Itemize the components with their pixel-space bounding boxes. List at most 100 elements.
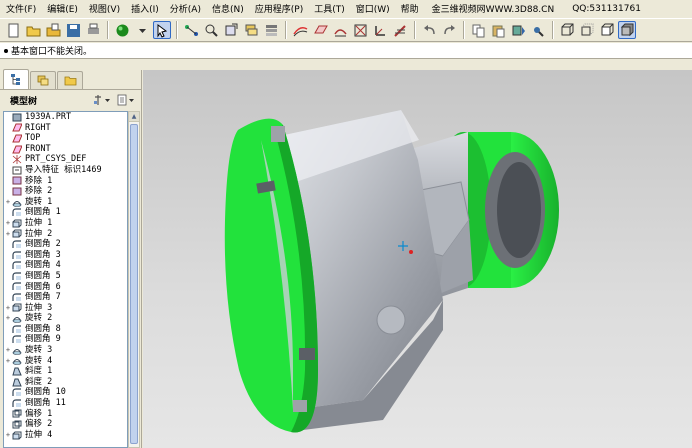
expand-icon[interactable]: + bbox=[4, 218, 12, 229]
expand-icon[interactable]: + bbox=[4, 229, 12, 240]
sketch-button[interactable] bbox=[391, 21, 409, 39]
tree-item[interactable]: 斜度 2 bbox=[4, 377, 127, 388]
layers-button[interactable] bbox=[242, 21, 260, 39]
wireframe-button[interactable] bbox=[558, 21, 576, 39]
qq-text: QQ:531131761 bbox=[572, 3, 641, 14]
tree-item[interactable]: 倒圆角 11 bbox=[4, 398, 127, 409]
open-folder-button[interactable] bbox=[24, 21, 42, 39]
datum-plane-button[interactable] bbox=[311, 21, 329, 39]
message-area: 基本窗口不能关闭。 bbox=[0, 43, 692, 59]
menu-item-6[interactable]: 应用程序(P) bbox=[251, 2, 310, 15]
redo-button[interactable] bbox=[440, 21, 458, 39]
tree-item[interactable]: 倒圆角 3 bbox=[4, 250, 127, 261]
tree-item[interactable]: 倒圆角 2 bbox=[4, 239, 127, 250]
open-file-button[interactable] bbox=[44, 21, 62, 39]
tree-item[interactable]: 倒圆角 5 bbox=[4, 271, 127, 282]
shading-button[interactable] bbox=[618, 21, 636, 39]
folder-tab[interactable] bbox=[57, 71, 83, 89]
tree-item-label: 拉伸 3 bbox=[25, 302, 53, 313]
menu-item-1[interactable]: 编辑(E) bbox=[43, 2, 85, 15]
menu-item-5[interactable]: 信息(N) bbox=[208, 2, 251, 15]
no-hidden-button[interactable] bbox=[598, 21, 616, 39]
tree-item[interactable]: TOP bbox=[4, 133, 127, 144]
hidden-line-button[interactable] bbox=[578, 21, 596, 39]
datum-axis-icon bbox=[333, 28, 347, 36]
dropdown-arrow-button[interactable] bbox=[133, 21, 151, 39]
tree-item[interactable]: 移除 1 bbox=[4, 176, 127, 187]
tree-item[interactable]: FRONT bbox=[4, 144, 127, 155]
expand-icon[interactable]: + bbox=[4, 197, 12, 208]
layers-tab[interactable] bbox=[30, 71, 56, 89]
datum-point-button[interactable] bbox=[351, 21, 369, 39]
copy-button[interactable] bbox=[469, 21, 487, 39]
menu-item-7[interactable]: 工具(T) bbox=[310, 2, 352, 15]
tree-item[interactable]: 倒圆角 4 bbox=[4, 260, 127, 271]
plane-icon bbox=[12, 123, 22, 132]
paste-button[interactable] bbox=[489, 21, 507, 39]
print-button[interactable] bbox=[84, 21, 102, 39]
tree-item[interactable]: + 拉伸 4 bbox=[4, 430, 127, 441]
draft-icon bbox=[12, 378, 22, 387]
regenerate-button[interactable] bbox=[509, 21, 527, 39]
tree-item[interactable]: 倒圆角 7 bbox=[4, 292, 127, 303]
draft-icon bbox=[12, 367, 22, 376]
menu-item-8[interactable]: 窗口(W) bbox=[352, 2, 397, 15]
expand-icon[interactable]: + bbox=[4, 303, 12, 314]
saved-views-button[interactable] bbox=[262, 21, 280, 39]
graphics-viewport[interactable] bbox=[143, 70, 692, 448]
expand-icon[interactable]: + bbox=[4, 313, 12, 324]
datum-axis-button[interactable] bbox=[331, 21, 349, 39]
tree-item[interactable]: + 旋转 1 bbox=[4, 197, 127, 208]
tree-item[interactable]: 倒圆角 6 bbox=[4, 282, 127, 293]
undo-button[interactable] bbox=[420, 21, 438, 39]
tree-item-label: 倒圆角 7 bbox=[25, 292, 61, 303]
tree-item[interactable]: 导入特征 标识1469 bbox=[4, 165, 127, 176]
tree-item[interactable]: + 旋转 2 bbox=[4, 313, 127, 324]
save-button[interactable] bbox=[64, 21, 82, 39]
tree-item[interactable]: + 拉伸 3 bbox=[4, 303, 127, 314]
tree-item[interactable]: 倒圆角 1 bbox=[4, 207, 127, 218]
expand-icon[interactable]: + bbox=[4, 356, 12, 367]
main-toolbar bbox=[0, 18, 692, 42]
select-button[interactable] bbox=[153, 21, 171, 39]
tree-item[interactable]: + 旋转 3 bbox=[4, 345, 127, 356]
settings-dropdown-icon[interactable] bbox=[93, 94, 111, 106]
tree-scrollbar[interactable]: ▲ bbox=[128, 111, 140, 448]
reorient-button[interactable] bbox=[222, 21, 240, 39]
scroll-thumb[interactable] bbox=[130, 124, 138, 444]
tree-item[interactable]: 偏移 1 bbox=[4, 409, 127, 420]
surface-button[interactable] bbox=[291, 21, 309, 39]
new-file-button[interactable] bbox=[4, 21, 22, 39]
tree-item[interactable]: 斜度 1 bbox=[4, 366, 127, 377]
menu-item-9[interactable]: 帮助 bbox=[397, 2, 426, 15]
relations-button[interactable] bbox=[182, 21, 200, 39]
expand-icon[interactable]: + bbox=[4, 430, 12, 441]
round-icon bbox=[12, 261, 22, 270]
model-tree-tab[interactable] bbox=[3, 69, 29, 89]
menu-item-0[interactable]: 文件(F) bbox=[2, 2, 43, 15]
round-icon bbox=[12, 282, 22, 291]
menu-item-3[interactable]: 插入(I) bbox=[127, 2, 166, 15]
menu-item-2[interactable]: 视图(V) bbox=[85, 2, 127, 15]
tree-item[interactable]: 倒圆角 8 bbox=[4, 324, 127, 335]
csys-icon bbox=[12, 155, 22, 165]
show-dropdown-icon[interactable] bbox=[117, 94, 135, 106]
zoom-window-button[interactable] bbox=[202, 21, 220, 39]
menu-item-4[interactable]: 分析(A) bbox=[166, 2, 208, 15]
tree-item[interactable]: + 拉伸 1 bbox=[4, 218, 127, 229]
tree-item[interactable]: RIGHT bbox=[4, 123, 127, 134]
tree-item[interactable]: 1939A.PRT bbox=[4, 112, 127, 123]
tree-item[interactable]: 倒圆角 10 bbox=[4, 387, 127, 398]
tree-item[interactable]: + 旋转 4 bbox=[4, 356, 127, 367]
tree-item[interactable]: 倒圆角 9 bbox=[4, 334, 127, 345]
scroll-up-icon[interactable]: ▲ bbox=[129, 112, 139, 122]
coordinate-button[interactable] bbox=[371, 21, 389, 39]
find-button[interactable] bbox=[529, 21, 547, 39]
tree-item[interactable]: PRT_CSYS_DEF bbox=[4, 154, 127, 165]
plane-icon bbox=[12, 134, 22, 143]
color-sphere-button[interactable] bbox=[113, 21, 131, 39]
tree-item[interactable]: 移除 2 bbox=[4, 186, 127, 197]
tree-item[interactable]: + 拉伸 2 bbox=[4, 229, 127, 240]
expand-icon[interactable]: + bbox=[4, 345, 12, 356]
tree-item[interactable]: 偏移 2 bbox=[4, 419, 127, 430]
